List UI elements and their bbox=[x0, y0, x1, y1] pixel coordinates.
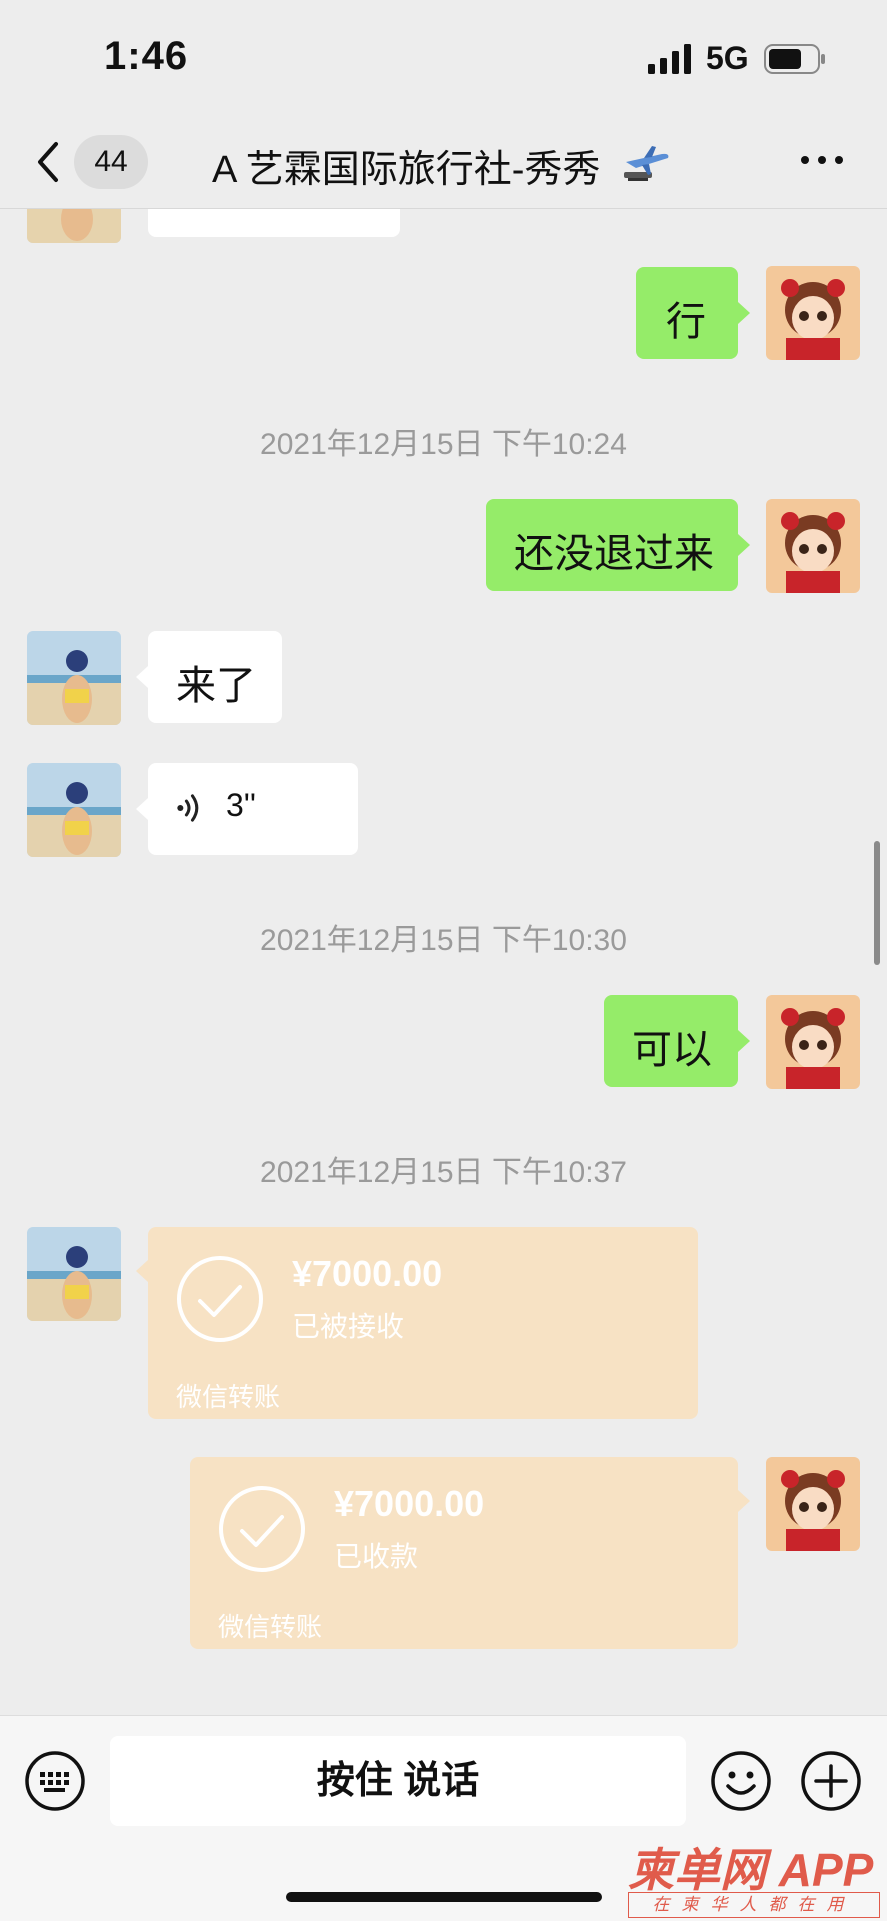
timestamp: 2021年12月15日 下午10:30 bbox=[260, 924, 627, 957]
voice-wave-icon bbox=[177, 794, 199, 822]
message-list[interactable]: 行 2021年12月15日 下午10:24 还没退过来 来了 3'' 2021年… bbox=[0, 209, 887, 1715]
bubble-tail bbox=[136, 798, 148, 820]
timestamp: 2021年12月15日 下午10:37 bbox=[260, 1156, 627, 1189]
bubble-tail bbox=[738, 302, 750, 324]
plus-icon[interactable] bbox=[800, 1750, 862, 1812]
hold-to-talk-button[interactable]: 按住 说话 bbox=[110, 1736, 686, 1826]
bubble-tail bbox=[738, 534, 750, 556]
bubble-tail bbox=[136, 1260, 148, 1282]
my-avatar[interactable] bbox=[766, 499, 860, 593]
network-label: 5G bbox=[706, 40, 749, 76]
watermark-suffix: APP bbox=[778, 1844, 874, 1896]
my-avatar[interactable] bbox=[766, 1457, 860, 1551]
signal-icon bbox=[648, 44, 691, 74]
check-circle-icon bbox=[219, 1486, 305, 1572]
message-bubble-sent[interactable]: 行 bbox=[636, 267, 738, 359]
voice-duration: 3'' bbox=[226, 787, 257, 823]
message-bubble-partial[interactable] bbox=[148, 209, 400, 237]
message-text: 行 bbox=[666, 300, 706, 344]
transfer-card-received[interactable]: ¥7000.00 已被接收 微信转账 bbox=[148, 1227, 698, 1419]
transfer-status: 已被接收 bbox=[292, 1311, 405, 1342]
watermark-brand: 柬单网 bbox=[628, 1844, 766, 1896]
keyboard-icon[interactable] bbox=[24, 1750, 86, 1812]
bubble-tail bbox=[738, 1030, 750, 1052]
voice-message-bubble[interactable]: 3'' bbox=[148, 763, 358, 855]
contact-avatar[interactable] bbox=[27, 209, 121, 243]
airplane-icon bbox=[624, 146, 669, 181]
transfer-label: 微信转账 bbox=[176, 1382, 281, 1412]
more-options-icon[interactable] bbox=[800, 150, 844, 170]
transfer-amount: ¥7000.00 bbox=[334, 1483, 485, 1524]
my-avatar[interactable] bbox=[766, 995, 860, 1089]
chat-title: A 艺霖国际旅行社-秀秀 bbox=[212, 149, 601, 191]
my-avatar[interactable] bbox=[766, 266, 860, 360]
timestamp: 2021年12月15日 下午10:24 bbox=[260, 428, 627, 461]
transfer-card-sent[interactable]: ¥7000.00 已收款 微信转账 bbox=[190, 1457, 738, 1649]
message-bubble-sent[interactable]: 可以 bbox=[604, 995, 738, 1087]
message-bubble-received[interactable]: 来了 bbox=[148, 631, 282, 723]
bubble-tail bbox=[738, 1490, 750, 1512]
message-text: 来了 bbox=[176, 664, 256, 708]
watermark-logo: 柬单网 APP 在柬华人都在用 bbox=[628, 1834, 883, 1918]
transfer-label: 微信转账 bbox=[218, 1612, 323, 1642]
check-circle-icon bbox=[177, 1256, 263, 1342]
back-chevron-icon[interactable] bbox=[30, 134, 66, 190]
message-text: 还没退过来 bbox=[514, 532, 714, 576]
message-bubble-sent[interactable]: 还没退过来 bbox=[486, 499, 738, 591]
watermark-slogan: 在柬华人都在用 bbox=[628, 1892, 880, 1918]
battery-icon bbox=[764, 44, 825, 74]
transfer-amount: ¥7000.00 bbox=[292, 1253, 443, 1294]
contact-avatar[interactable] bbox=[27, 763, 121, 857]
transfer-status: 已收款 bbox=[334, 1541, 419, 1572]
contact-avatar[interactable] bbox=[27, 1227, 121, 1321]
input-bar: 按住 说话 柬单网 APP 在柬华人都在用 bbox=[0, 1715, 887, 1921]
unread-count-badge[interactable]: 44 bbox=[74, 135, 148, 189]
status-bar: 1:46 5G bbox=[0, 0, 887, 120]
message-text: 可以 bbox=[632, 1028, 712, 1072]
contact-avatar[interactable] bbox=[27, 631, 121, 725]
home-indicator[interactable] bbox=[286, 1892, 602, 1902]
chat-header: 44 A 艺霖国际旅行社-秀秀 bbox=[0, 120, 887, 209]
emoji-icon[interactable] bbox=[710, 1750, 772, 1812]
bubble-tail bbox=[136, 666, 148, 688]
status-time: 1:46 bbox=[104, 34, 189, 78]
